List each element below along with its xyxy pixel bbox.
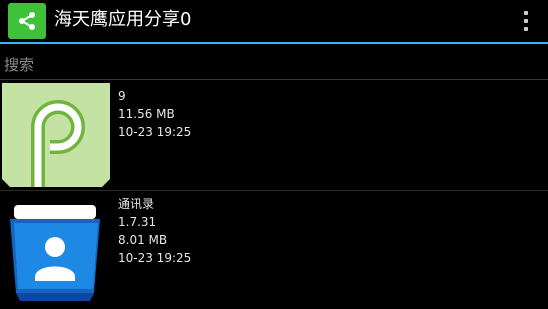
app-name: 9 [118, 89, 126, 103]
page-title: 海天鹰应用分享0 [54, 9, 192, 30]
contacts-icon [2, 201, 110, 305]
app-meta: 9 11.56 MB 10-23 19:25 [118, 87, 191, 141]
more-vertical-icon[interactable] [518, 8, 534, 34]
list-item[interactable]: 9 11.56 MB 10-23 19:25 [0, 81, 548, 191]
app-size: 8.01 MB [118, 233, 168, 247]
search-bar [0, 50, 548, 80]
share-icon[interactable] [8, 3, 46, 39]
app-date: 10-23 19:25 [118, 125, 192, 139]
android-p-icon [2, 83, 110, 187]
app-meta: 通讯录 1.7.31 8.01 MB 10-23 19:25 [118, 195, 191, 267]
app-size: 11.56 MB [118, 107, 175, 121]
list-item[interactable]: 通讯录 1.7.31 8.01 MB 10-23 19:25 [0, 193, 548, 303]
app-name: 通讯录 [118, 197, 155, 211]
app-bar: 海天鹰应用分享0 [0, 0, 548, 44]
search-input[interactable] [4, 53, 544, 77]
app-version: 1.7.31 [118, 215, 157, 229]
app-date: 10-23 19:25 [118, 251, 192, 265]
